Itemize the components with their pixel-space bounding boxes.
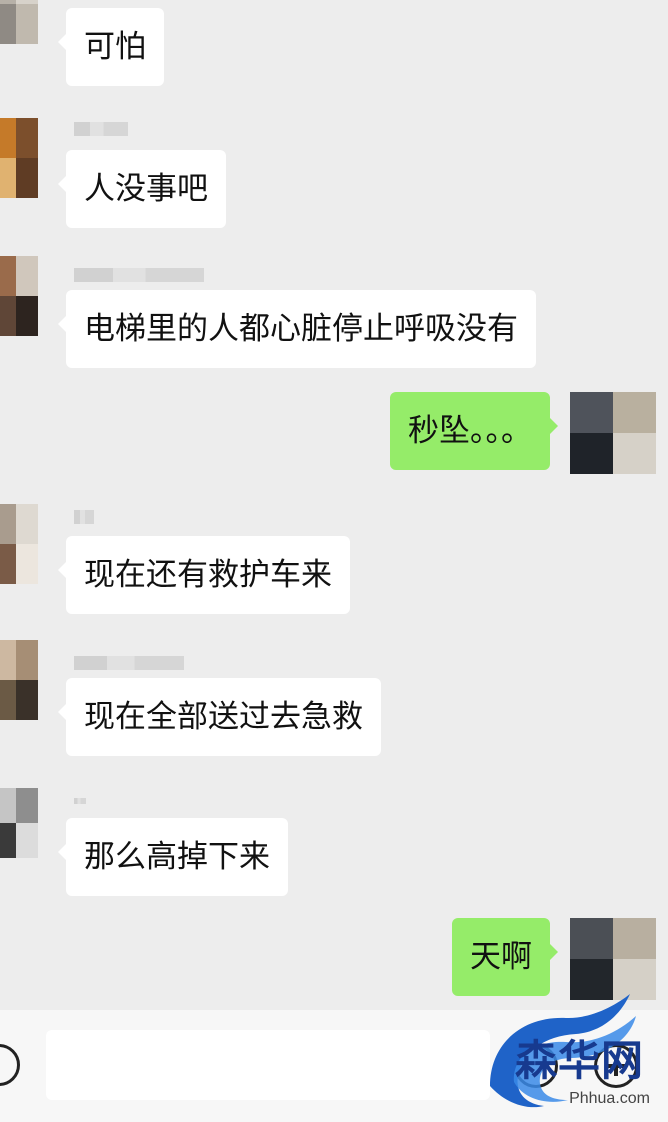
avatar[interactable]	[0, 504, 38, 584]
message-bubble[interactable]: 电梯里的人都心脏停止呼吸没有	[58, 290, 536, 368]
sender-name	[74, 798, 86, 804]
avatar[interactable]	[570, 918, 656, 1000]
message-input[interactable]	[46, 1030, 490, 1100]
sender-name	[74, 510, 94, 524]
message-bubble[interactable]: 人没事吧	[58, 150, 226, 228]
message-bubble[interactable]: 那么高掉下来	[58, 818, 288, 896]
avatar[interactable]	[0, 118, 38, 198]
chat-window: 可怕 人没事吧 电梯里的人都心脏停止呼吸没有 秒坠。。。 现在还有救护车来 现在…	[0, 0, 668, 1010]
message-bubble[interactable]: 天啊	[452, 918, 558, 996]
voice-icon[interactable]	[0, 1044, 20, 1086]
message-bubble[interactable]: 现在全部送过去急救	[58, 678, 381, 756]
watermark-site: Phhua.com	[569, 1090, 650, 1107]
sender-name	[74, 268, 204, 282]
watermark-brand: 森华网	[514, 1036, 644, 1085]
avatar[interactable]	[570, 392, 656, 474]
sender-name	[74, 656, 184, 670]
message-bubble[interactable]: 秒坠。。。	[390, 392, 558, 470]
message-bubble[interactable]: 可怕	[58, 8, 164, 86]
avatar[interactable]	[0, 640, 38, 720]
message-bubble[interactable]: 现在还有救护车来	[58, 536, 350, 614]
sender-name	[74, 122, 128, 136]
watermark: 森华网 Phhua.com	[470, 994, 660, 1114]
avatar[interactable]	[0, 256, 38, 336]
avatar[interactable]	[0, 788, 38, 858]
avatar[interactable]	[0, 0, 38, 44]
